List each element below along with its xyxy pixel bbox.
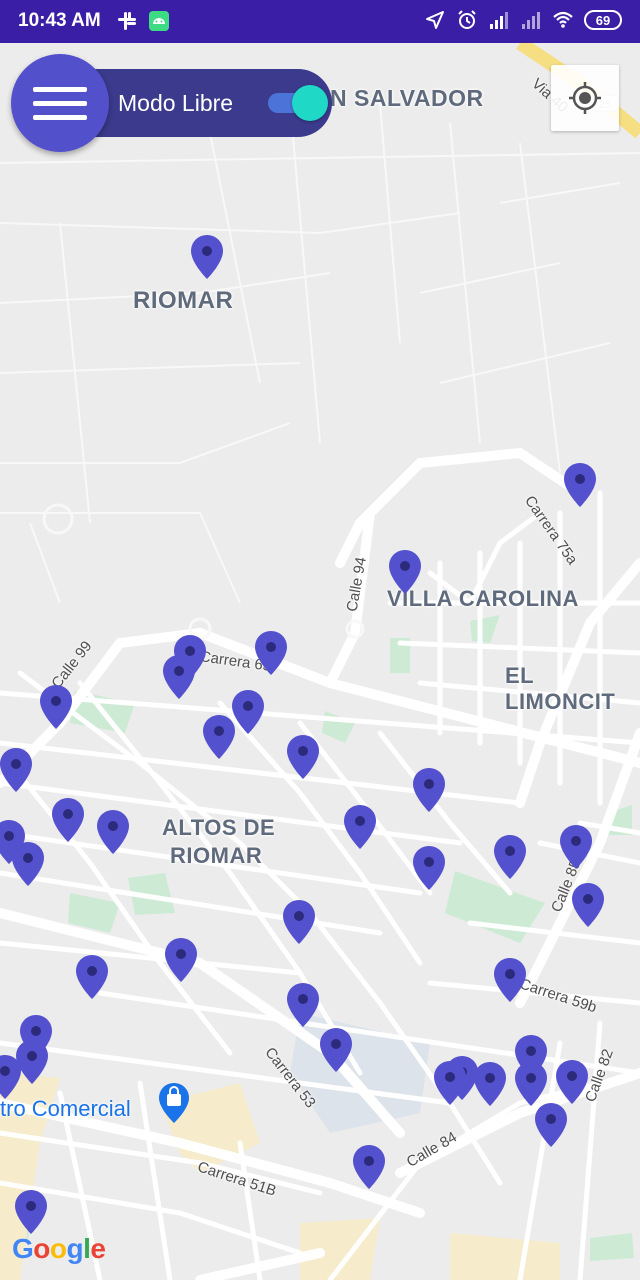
- location-pin-icon[interactable]: [388, 549, 422, 595]
- wifi-icon: [553, 11, 573, 28]
- location-pin-icon[interactable]: [162, 654, 196, 700]
- map-view[interactable]: 25 N SALVADOR RIOMAR VILLA CAROLINA EL L…: [0, 43, 640, 1280]
- signal-icon: [490, 12, 508, 29]
- location-pin-icon[interactable]: [412, 767, 446, 813]
- shopping-bag-icon[interactable]: [159, 1083, 189, 1123]
- location-pin-icon[interactable]: [571, 882, 605, 928]
- location-pin-icon[interactable]: [96, 809, 130, 855]
- battery-indicator: 69: [584, 10, 622, 30]
- location-pin-icon[interactable]: [534, 1102, 568, 1148]
- location-pin-icon[interactable]: [286, 982, 320, 1028]
- location-pin-icon[interactable]: [514, 1061, 548, 1107]
- hamburger-icon: [33, 86, 87, 92]
- label-riomar: RIOMAR: [133, 287, 234, 314]
- location-pin-icon[interactable]: [286, 734, 320, 780]
- status-bar: 10:43 AM 69: [0, 0, 640, 43]
- crosshair-location-icon: [569, 82, 601, 114]
- location-pin-icon[interactable]: [352, 1144, 386, 1190]
- location-arrow-icon: [426, 11, 444, 29]
- location-pin-icon[interactable]: [254, 630, 288, 676]
- location-pin-icon[interactable]: [164, 937, 198, 983]
- location-pin-icon[interactable]: [433, 1060, 467, 1106]
- label-altos-de-riomar-1: ALTOS DE: [162, 815, 276, 840]
- location-pin-icon[interactable]: [563, 462, 597, 508]
- location-pin-icon[interactable]: [559, 824, 593, 870]
- slack-icon: [118, 12, 136, 30]
- location-pin-icon[interactable]: [555, 1059, 589, 1105]
- alarm-icon: [458, 10, 476, 29]
- location-pin-icon[interactable]: [75, 954, 109, 1000]
- location-pin-icon[interactable]: [39, 684, 73, 730]
- location-pin-icon[interactable]: [493, 834, 527, 880]
- my-location-button[interactable]: [551, 65, 619, 131]
- toggle-thumb: [292, 85, 328, 121]
- location-pin-icon[interactable]: [190, 234, 224, 280]
- label-san-salvador: N SALVADOR: [330, 85, 484, 111]
- location-pin-icon[interactable]: [0, 1054, 22, 1100]
- location-pin-icon[interactable]: [231, 689, 265, 735]
- location-pin-icon[interactable]: [282, 899, 316, 945]
- location-pin-icon[interactable]: [0, 747, 33, 793]
- location-pin-icon[interactable]: [343, 804, 377, 850]
- android-icon: [149, 11, 169, 31]
- status-time: 10:43 AM: [18, 10, 101, 31]
- location-pin-icon[interactable]: [412, 845, 446, 891]
- location-pin-icon[interactable]: [202, 714, 236, 760]
- location-pin-icon[interactable]: [51, 797, 85, 843]
- label-el-limoncito: EL LIMONCIT: [505, 663, 616, 714]
- location-pin-icon[interactable]: [473, 1061, 507, 1107]
- mode-label: Modo Libre: [118, 90, 234, 116]
- location-pin-icon[interactable]: [493, 957, 527, 1003]
- location-pin-icon[interactable]: [319, 1027, 353, 1073]
- menu-button[interactable]: [11, 54, 109, 152]
- location-pin-icon[interactable]: [14, 1189, 48, 1235]
- mode-libre-toggle[interactable]: [268, 85, 328, 121]
- signal-2-icon: [522, 12, 540, 29]
- google-logo: Google: [12, 1233, 106, 1264]
- location-pin-icon[interactable]: [11, 841, 45, 887]
- label-altos-de-riomar-2: RIOMAR: [170, 843, 263, 868]
